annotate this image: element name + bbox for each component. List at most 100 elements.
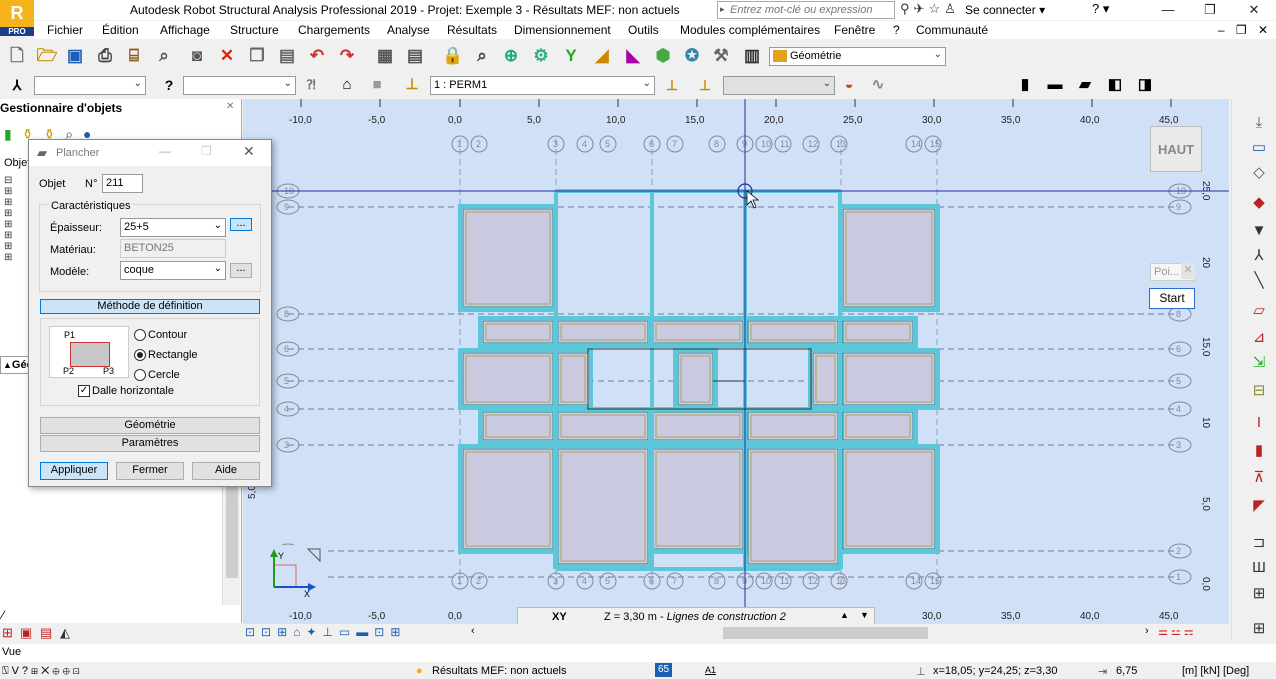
layout-icon[interactable]: ▥ <box>741 45 763 67</box>
thickness-browse-button[interactable]: ... <box>230 218 252 231</box>
stairs-icon[interactable]: ⊐ <box>1248 532 1270 554</box>
display-toggle-icons[interactable]: ⚌⚍⚎ <box>1158 625 1197 638</box>
delete-icon[interactable]: ✕ <box>216 45 238 67</box>
panel-view-icon-2[interactable]: ▣ <box>20 625 32 641</box>
panel-view-icon-4[interactable]: ◭ <box>60 625 70 641</box>
definition-method-button[interactable]: Méthode de définition <box>40 299 260 314</box>
level-up-icon[interactable]: ▲ <box>840 610 849 620</box>
menu-chargements[interactable]: Chargements <box>298 23 370 37</box>
geometry-tab[interactable]: ▲Géon <box>0 356 40 374</box>
column-icon[interactable]: ▮ <box>1014 74 1036 96</box>
parameters-button[interactable]: Paramètres <box>40 435 260 452</box>
truss-icon[interactable]: Ш <box>1248 557 1270 579</box>
units[interactable]: [m] [kN] [Deg] <box>1182 665 1249 677</box>
user-icon[interactable]: ♙ <box>944 1 960 16</box>
menu-dimensionnement[interactable]: Dimensionnement <box>514 23 611 37</box>
lock-icon[interactable]: 🔒 <box>442 45 464 67</box>
geometry-button[interactable]: Géométrie <box>40 417 260 434</box>
minimize-button[interactable]: — <box>1146 0 1190 20</box>
horizontal-scroll-thumb[interactable] <box>723 627 928 639</box>
infocenter-icons[interactable]: ⚲✈☆♙ <box>900 1 960 17</box>
axis-view-icon[interactable]: ⤓ <box>1248 112 1270 134</box>
offsets-icon[interactable]: ⊼ <box>1248 467 1270 489</box>
contour-radio[interactable] <box>134 329 146 341</box>
display-icon[interactable]: ◒ <box>838 74 860 96</box>
viewcube[interactable]: HAUT <box>1150 126 1202 172</box>
frame-icon[interactable]: ⊞ <box>1248 583 1270 605</box>
sign-in-button[interactable]: Se connecter ▾ <box>965 3 1045 17</box>
model-check-icon[interactable]: Y <box>560 45 582 67</box>
brace-icon[interactable]: ◤ <box>1248 495 1270 517</box>
menu-outils[interactable]: Outils <box>628 23 659 37</box>
satellite-icon[interactable]: ✈ <box>914 1 929 16</box>
plane-selector[interactable]: XY Z = 3,30 m - Lignes de construction 2… <box>517 607 875 625</box>
undo-icon[interactable]: ↶ <box>306 45 328 67</box>
model-viewport[interactable]: -10,0 -5,0 0,0 5,0 10,0 15,0 20,0 25,0 30,0 35,0 4… <box>243 99 1230 627</box>
zoom-doc-icon[interactable]: ⌕ <box>153 45 175 67</box>
menu-resultats[interactable]: Résultats <box>447 23 497 37</box>
object-tree[interactable]: ⊟ ⊞ ⊞ ⊞ ⊞ ⊞ ⊞ ⊞ <box>4 175 22 270</box>
help-button[interactable]: ? ▾ <box>1092 1 1109 17</box>
bars-icon[interactable]: ⅄ <box>1248 245 1270 267</box>
thickness-select[interactable]: 25+5 ⌄ <box>120 218 226 237</box>
copy-icon[interactable]: ❐ <box>246 45 268 67</box>
scroll-right-icon[interactable]: › <box>1145 625 1149 637</box>
settings-icon[interactable]: ✪ <box>681 45 703 67</box>
app-logo[interactable]: R PRO <box>0 0 34 36</box>
panel-view-icon-3[interactable]: ▤ <box>40 625 52 641</box>
help-dialog-button[interactable]: Aide <box>192 462 260 480</box>
menu-communaute[interactable]: Communauté <box>916 23 988 37</box>
pin-icon[interactable]: ⁄ <box>2 608 4 622</box>
dialog-titlebar[interactable]: ▰ Plancher — ❐ ✕ <box>29 140 271 166</box>
apply-button[interactable]: Appliquer <box>40 462 108 480</box>
close-button[interactable]: ✕ <box>1232 0 1276 20</box>
material-icon[interactable]: ▮ <box>1248 440 1270 462</box>
view-icon[interactable]: ⌂ <box>336 74 358 96</box>
menu-modules[interactable]: Modules complémentaires <box>680 23 820 37</box>
releases-icon[interactable]: ⊟ <box>1248 380 1270 402</box>
close-dialog-button[interactable]: Fermer <box>116 462 184 480</box>
close-icon[interactable]: ✕ <box>1181 263 1195 279</box>
node-selection-combo[interactable]: ⌄ <box>34 76 146 95</box>
wrench-icon[interactable]: ⚒ <box>710 45 732 67</box>
rotate-view-icon[interactable]: ◇ <box>1248 162 1270 184</box>
mdi-controls[interactable]: – ❐ ✕ <box>1218 23 1272 37</box>
open-icon[interactable]: 🗁 <box>36 45 58 67</box>
horizontal-slab-checkbox[interactable]: ✓ <box>78 385 90 397</box>
loads-icon[interactable]: ⇲ <box>1248 352 1270 374</box>
save-icon[interactable]: ▣ <box>64 45 86 67</box>
dialog-close-icon[interactable]: ✕ <box>243 143 255 160</box>
load-case-icon[interactable]: ⊥ <box>401 74 423 96</box>
object-number-input[interactable]: 211 <box>102 174 143 193</box>
more-icon[interactable]: ⊞ <box>1248 618 1270 640</box>
select-node-icon[interactable]: ⅄ <box>6 74 28 96</box>
nodes-icon[interactable]: ◆ <box>1248 192 1270 214</box>
results-icon[interactable]: ◣ <box>622 45 644 67</box>
load-next-icon[interactable]: ⊥ <box>694 74 716 96</box>
model-drawing[interactable]: -10,0 -5,0 0,0 5,0 10,0 15,0 20,0 25,0 30,0 35,0 4… <box>243 99 1230 627</box>
panel-close-icon[interactable]: ✕ <box>226 101 234 112</box>
select-bar-icon[interactable]: ? <box>158 74 180 96</box>
level-down-icon[interactable]: ▼ <box>860 610 869 620</box>
search-input[interactable]: ▸ Entrez mot-clé ou expression <box>717 1 895 19</box>
foundation-icon[interactable]: ◨ <box>1134 74 1156 96</box>
beam-icon[interactable]: ▬ <box>1044 74 1066 96</box>
paste-icon[interactable]: ▤ <box>276 45 298 67</box>
star-icon[interactable]: ☆ <box>928 1 944 16</box>
print-icon[interactable]: ⎙ <box>94 45 116 67</box>
redo-icon[interactable]: ↷ <box>336 45 358 67</box>
view-mode-icons[interactable]: ⊡⊡⊞⌂✦⊥▭▬⊡⊞ <box>245 625 406 639</box>
zoom-window-icon[interactable]: ⊕ <box>500 45 522 67</box>
load-case-select[interactable]: 1 : PERM1 ⌄ <box>430 76 655 95</box>
menu-analyse[interactable]: Analyse <box>387 23 430 37</box>
section-icon[interactable]: ■ <box>366 74 388 96</box>
chart-icon[interactable]: ◢ <box>591 45 613 67</box>
node-count-badge[interactable]: 65 <box>655 663 672 677</box>
menu-edition[interactable]: Édition <box>102 23 139 37</box>
layout-select[interactable]: Géométrie ⌄ <box>769 47 946 66</box>
panel-view-icon-1[interactable]: ⊞ <box>2 625 13 641</box>
menu-affichage[interactable]: Affichage <box>160 23 210 37</box>
supports-icon[interactable]: ▼ <box>1248 220 1270 242</box>
wall-icon[interactable]: ◧ <box>1104 74 1126 96</box>
panel-icon[interactable]: ⊿ <box>1248 327 1270 349</box>
